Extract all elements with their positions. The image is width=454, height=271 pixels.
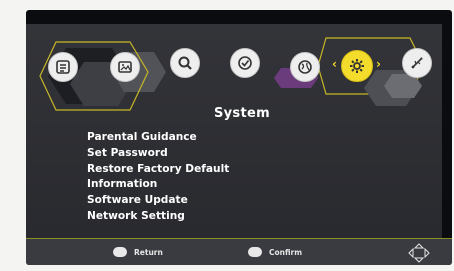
- confirm-label: Confirm: [269, 247, 303, 257]
- exit-key-icon: [113, 247, 127, 257]
- dpad-arrows-icon: [408, 243, 430, 263]
- gear-icon[interactable]: [341, 50, 373, 82]
- globe-icon[interactable]: [290, 52, 320, 82]
- page-title: System: [214, 106, 270, 121]
- menu-item-information[interactable]: Information: [87, 177, 229, 193]
- return-label: Return: [134, 247, 163, 257]
- menu-item-network-setting[interactable]: Network Setting: [87, 209, 229, 225]
- search-icon[interactable]: [170, 48, 200, 78]
- scroll-left-arrow-icon[interactable]: ‹: [332, 57, 337, 71]
- menu-item-set-password[interactable]: Set Password: [87, 146, 229, 162]
- channel-list-icon[interactable]: [48, 52, 78, 82]
- category-icon-bar: ‹ ›: [40, 42, 440, 88]
- timer-icon[interactable]: [230, 48, 260, 78]
- system-settings-list: Parental Guidance Set Password Restore F…: [87, 130, 229, 225]
- picture-icon[interactable]: [110, 52, 140, 82]
- system-menu-panel: ‹ › System Parental Guidance Set Passwor…: [26, 24, 442, 238]
- confirm-hint[interactable]: Confirm: [248, 247, 302, 257]
- ok-key-icon: [248, 247, 262, 257]
- scroll-right-arrow-icon[interactable]: ›: [376, 57, 381, 71]
- menu-item-software-update[interactable]: Software Update: [87, 193, 229, 209]
- tv-screen: ‹ › System Parental Guidance Set Passwor…: [26, 10, 452, 265]
- menu-item-parental-guidance[interactable]: Parental Guidance: [87, 130, 229, 146]
- key-hint-bar: Return Confirm: [26, 238, 452, 265]
- usb-icon[interactable]: [402, 48, 432, 78]
- menu-item-restore-factory-default[interactable]: Restore Factory Default: [87, 162, 229, 178]
- return-hint[interactable]: Return: [113, 247, 163, 257]
